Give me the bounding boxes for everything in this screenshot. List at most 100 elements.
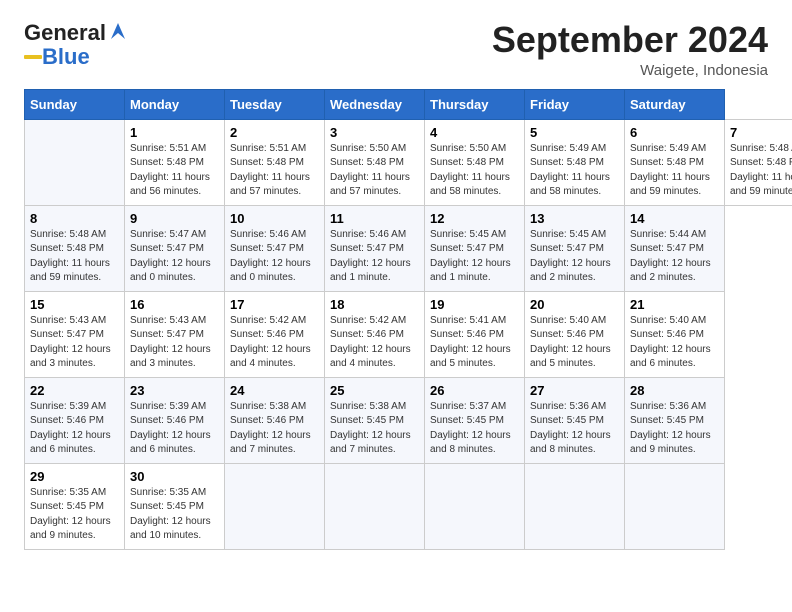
day-number: 11 [330,211,419,226]
day-info: Sunrise: 5:45 AM Sunset: 5:47 PM Dayligh… [430,228,519,286]
day-info: Sunrise: 5:40 AM Sunset: 5:46 PM Dayligh… [530,314,619,372]
day-info: Sunrise: 5:44 AM Sunset: 5:47 PM Dayligh… [630,228,719,286]
logo-bird-icon [109,21,127,41]
calendar-cell: 10 Sunrise: 5:46 AM Sunset: 5:47 PM Dayli… [225,205,325,291]
calendar-cell: 1 Sunrise: 5:51 AM Sunset: 5:48 PM Daylig… [125,119,225,205]
calendar-cell: 26 Sunrise: 5:37 AM Sunset: 5:45 PM Dayli… [425,377,525,463]
day-info: Sunrise: 5:50 AM Sunset: 5:48 PM Dayligh… [330,142,419,200]
week-row-0: 1 Sunrise: 5:51 AM Sunset: 5:48 PM Daylig… [25,119,792,205]
calendar-cell: 15 Sunrise: 5:43 AM Sunset: 5:47 PM Dayli… [25,291,125,377]
day-number: 30 [130,469,219,484]
calendar-cell [325,463,425,549]
calendar-cell: 13Sunrise: 5:45 AM Sunset: 5:47 PM Dayli… [525,205,625,291]
calendar-cell: 14 Sunrise: 5:44 AM Sunset: 5:47 PM Dayli… [625,205,725,291]
day-number: 27 [530,383,619,398]
calendar-cell: 2 Sunrise: 5:51 AM Sunset: 5:48 PM Daylig… [225,119,325,205]
day-number: 6 [630,125,719,140]
header-thursday: Thursday [425,89,525,119]
calendar-cell [625,463,725,549]
calendar-cell: 29 Sunrise: 5:35 AM Sunset: 5:45 PM Dayli… [25,463,125,549]
day-number: 26 [430,383,519,398]
day-info: Sunrise: 5:48 AM Sunset: 5:48 PM Dayligh… [30,228,119,286]
day-number: 29 [30,469,119,484]
calendar-cell [425,463,525,549]
calendar-body: 1 Sunrise: 5:51 AM Sunset: 5:48 PM Daylig… [25,119,792,549]
day-number: 19 [430,297,519,312]
logo: General Blue [24,20,127,70]
day-number: 15 [30,297,119,312]
day-number: 24 [230,383,319,398]
day-info: Sunrise: 5:47 AM Sunset: 5:47 PM Dayligh… [130,228,219,286]
day-info: Sunrise: 5:43 AM Sunset: 5:47 PM Dayligh… [130,314,219,372]
day-number: 3 [330,125,419,140]
calendar-cell: 16 Sunrise: 5:43 AM Sunset: 5:47 PM Dayli… [125,291,225,377]
day-number: 4 [430,125,519,140]
calendar-cell: 17Sunrise: 5:42 AM Sunset: 5:46 PM Dayli… [225,291,325,377]
logo-general: General [24,20,106,46]
calendar-cell: 21 Sunrise: 5:40 AM Sunset: 5:46 PM Dayli… [625,291,725,377]
day-number: 5 [530,125,619,140]
day-info: Sunrise: 5:51 AM Sunset: 5:48 PM Dayligh… [130,142,219,200]
calendar-cell [225,463,325,549]
day-number: 16 [130,297,219,312]
day-info: Sunrise: 5:48 AM Sunset: 5:48 PM Dayligh… [730,142,792,200]
day-number: 12 [430,211,519,226]
day-info: Sunrise: 5:39 AM Sunset: 5:46 PM Dayligh… [130,400,219,458]
day-info: Sunrise: 5:45 AM Sunset: 5:47 PM Dayligh… [530,228,619,286]
header-monday: Monday [125,89,225,119]
day-number: 10 [230,211,319,226]
month-title: September 2024 [492,20,768,60]
calendar-cell: 19 Sunrise: 5:41 AM Sunset: 5:46 PM Dayli… [425,291,525,377]
calendar-cell: 5Sunrise: 5:49 AM Sunset: 5:48 PM Daylig… [525,119,625,205]
calendar-cell: 9 Sunrise: 5:47 AM Sunset: 5:47 PM Daylig… [125,205,225,291]
header-sunday: Sunday [25,89,125,119]
day-number: 23 [130,383,219,398]
day-info: Sunrise: 5:39 AM Sunset: 5:46 PM Dayligh… [30,400,119,458]
day-info: Sunrise: 5:36 AM Sunset: 5:45 PM Dayligh… [630,400,719,458]
day-info: Sunrise: 5:43 AM Sunset: 5:47 PM Dayligh… [30,314,119,372]
calendar-cell: 6 Sunrise: 5:49 AM Sunset: 5:48 PM Daylig… [625,119,725,205]
day-number: 14 [630,211,719,226]
day-number: 2 [230,125,319,140]
calendar-header-row: SundayMondayTuesdayWednesdayThursdayFrid… [25,89,792,119]
calendar-cell: 20 Sunrise: 5:40 AM Sunset: 5:46 PM Dayli… [525,291,625,377]
day-info: Sunrise: 5:42 AM Sunset: 5:46 PM Dayligh… [330,314,419,372]
calendar-cell: 28Sunrise: 5:36 AM Sunset: 5:45 PM Dayli… [625,377,725,463]
calendar-cell: 11Sunrise: 5:46 AM Sunset: 5:47 PM Dayli… [325,205,425,291]
logo-blue: Blue [42,44,90,70]
day-info: Sunrise: 5:49 AM Sunset: 5:48 PM Dayligh… [630,142,719,200]
day-number: 22 [30,383,119,398]
day-info: Sunrise: 5:50 AM Sunset: 5:48 PM Dayligh… [430,142,519,200]
day-number: 20 [530,297,619,312]
day-number: 9 [130,211,219,226]
day-info: Sunrise: 5:35 AM Sunset: 5:45 PM Dayligh… [30,486,119,544]
day-info: Sunrise: 5:38 AM Sunset: 5:46 PM Dayligh… [230,400,319,458]
calendar-cell: 12 Sunrise: 5:45 AM Sunset: 5:47 PM Dayli… [425,205,525,291]
day-info: Sunrise: 5:51 AM Sunset: 5:48 PM Dayligh… [230,142,319,200]
day-number: 8 [30,211,119,226]
page-header: General Blue September 2024 Waigete, Ind… [24,20,768,79]
day-info: Sunrise: 5:41 AM Sunset: 5:46 PM Dayligh… [430,314,519,372]
calendar-cell: 18 Sunrise: 5:42 AM Sunset: 5:46 PM Dayli… [325,291,425,377]
day-info: Sunrise: 5:40 AM Sunset: 5:46 PM Dayligh… [630,314,719,372]
calendar-cell: 24 Sunrise: 5:38 AM Sunset: 5:46 PM Dayli… [225,377,325,463]
header-friday: Friday [525,89,625,119]
calendar-cell: 27Sunrise: 5:36 AM Sunset: 5:45 PM Dayli… [525,377,625,463]
calendar-cell: 7 Sunrise: 5:48 AM Sunset: 5:48 PM Daylig… [725,119,792,205]
calendar-cell: 22 Sunrise: 5:39 AM Sunset: 5:46 PM Dayli… [25,377,125,463]
day-number: 18 [330,297,419,312]
day-info: Sunrise: 5:37 AM Sunset: 5:45 PM Dayligh… [430,400,519,458]
day-info: Sunrise: 5:42 AM Sunset: 5:46 PM Dayligh… [230,314,319,372]
day-number: 1 [130,125,219,140]
calendar-cell: 25Sunrise: 5:38 AM Sunset: 5:45 PM Dayli… [325,377,425,463]
calendar-table: SundayMondayTuesdayWednesdayThursdayFrid… [24,89,792,550]
calendar-cell: 4 Sunrise: 5:50 AM Sunset: 5:48 PM Daylig… [425,119,525,205]
header-tuesday: Tuesday [225,89,325,119]
day-info: Sunrise: 5:46 AM Sunset: 5:47 PM Dayligh… [230,228,319,286]
week-row-1: 8 Sunrise: 5:48 AM Sunset: 5:48 PM Daylig… [25,205,792,291]
title-area: September 2024 Waigete, Indonesia [492,20,768,79]
day-number: 7 [730,125,792,140]
calendar-cell [525,463,625,549]
calendar-cell: 3 Sunrise: 5:50 AM Sunset: 5:48 PM Daylig… [325,119,425,205]
day-number: 21 [630,297,719,312]
